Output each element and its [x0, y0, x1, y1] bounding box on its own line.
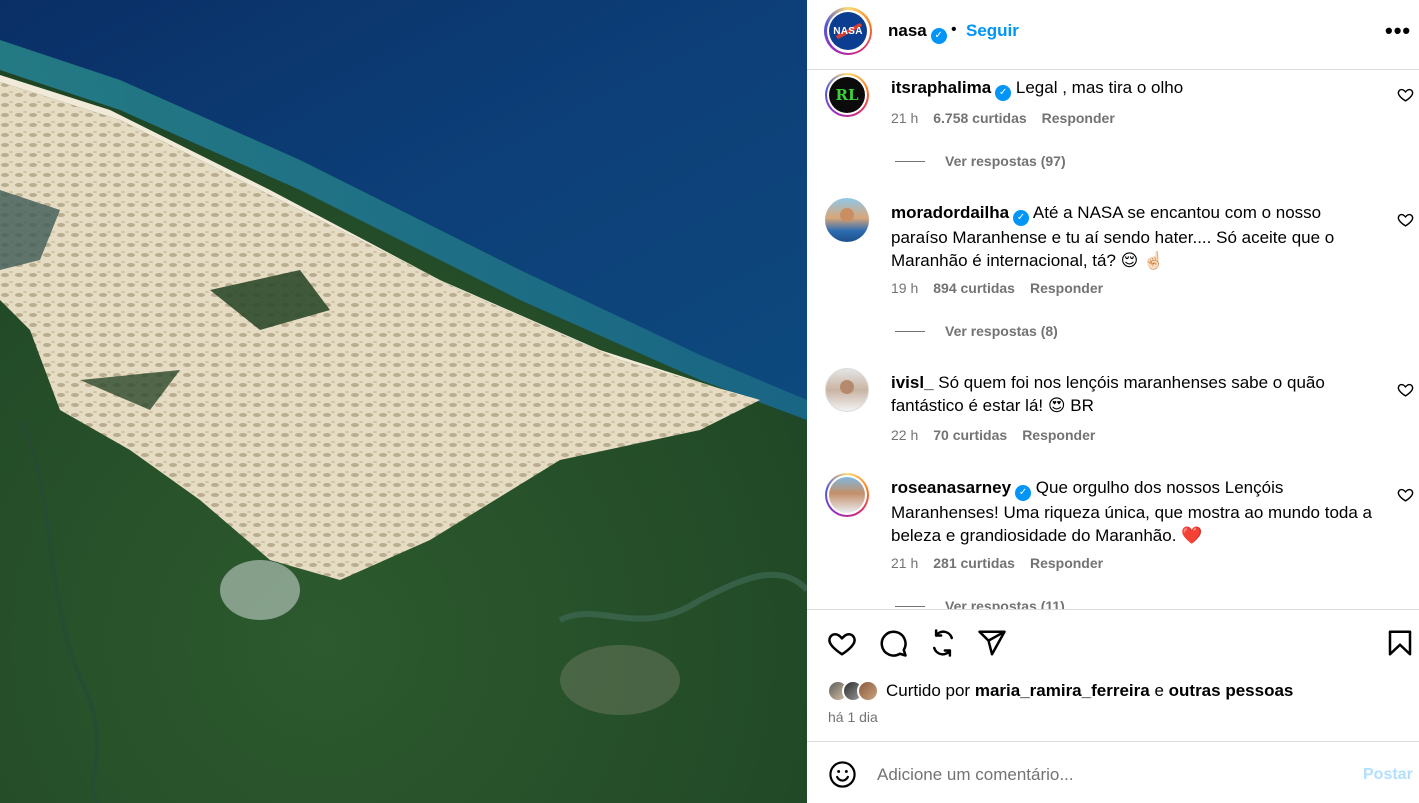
comment-meta: 21 h 281 curtidas Responder [891, 555, 1103, 571]
liked-by-text: Curtido por maria_ramira_ferreira e outr… [886, 681, 1294, 700]
replies-divider [895, 160, 925, 162]
comment-avatar[interactable] [825, 473, 869, 517]
liked-by-row: Curtido por maria_ramira_ferreira e outr… [827, 680, 1293, 702]
comment-likes[interactable]: 894 curtidas [933, 280, 1015, 296]
comment-body: Legal , mas tira o olho [1015, 78, 1184, 97]
comment-avatar[interactable] [825, 198, 869, 242]
comment-username[interactable]: moradordailha [891, 203, 1009, 222]
like-heart-icon[interactable] [827, 628, 857, 658]
comment-meta: 19 h 894 curtidas Responder [891, 280, 1103, 296]
verified-badge-icon: ✓ [1015, 484, 1032, 501]
separator-dot: • [951, 21, 957, 38]
comment-bubble-icon[interactable] [878, 628, 908, 658]
account-avatar[interactable]: NASA [824, 7, 872, 55]
comment-meta: 21 h 6.758 curtidas Responder [891, 110, 1115, 126]
reply-button[interactable]: Responder [1030, 280, 1103, 296]
comment-username[interactable]: itsraphalima [891, 78, 991, 97]
comment-username[interactable]: ivisl_ [891, 373, 934, 392]
save-bookmark-icon[interactable] [1385, 628, 1415, 658]
emoji-picker-icon[interactable] [828, 760, 857, 789]
verified-badge-icon: ✓ [1013, 209, 1030, 226]
comment-body: Só quem foi nos lençóis maranhenses sabe… [891, 373, 1325, 415]
comment-text: itsraphalima ✓ Legal , mas tira o olho [891, 76, 1376, 101]
satellite-image-graphic [0, 0, 807, 803]
view-replies-button[interactable]: Ver respostas (97) [895, 153, 1066, 169]
like-comment-heart-icon[interactable] [1397, 486, 1414, 503]
comment-avatar[interactable]: RL [825, 73, 869, 117]
verified-badge-icon: ✓ [930, 27, 947, 44]
add-comment-bar: Postar [807, 741, 1419, 803]
more-options-icon[interactable]: ••• [1385, 18, 1411, 44]
comment-avatar[interactable] [825, 368, 869, 412]
view-replies-button[interactable]: Ver respostas (8) [895, 323, 1058, 339]
liker-avatar[interactable] [857, 680, 879, 702]
liker-username[interactable]: maria_ramira_ferreira [975, 681, 1150, 700]
like-comment-heart-icon[interactable] [1397, 211, 1414, 228]
follow-button[interactable]: Seguir [966, 21, 1019, 41]
nasa-logo-icon: NASA [829, 12, 867, 50]
comment-time: 19 h [891, 280, 919, 296]
reply-button[interactable]: Responder [1022, 427, 1095, 443]
like-comment-heart-icon[interactable] [1397, 381, 1414, 398]
share-send-icon[interactable] [977, 628, 1007, 658]
post-panel: NASA nasa ✓ • Seguir ••• RL itsraphalima ✓… [807, 0, 1419, 803]
comments-list[interactable]: RL itsraphalima ✓ Legal , mas tira o olho… [807, 70, 1419, 609]
like-comment-heart-icon[interactable] [1397, 86, 1414, 103]
comment-text: moradordailha ✓ Até a NASA se encantou co… [891, 201, 1376, 272]
view-replies-button[interactable]: Ver respostas (11) [895, 598, 1065, 609]
comment-time: 22 h [891, 427, 919, 443]
post-image[interactable] [0, 0, 807, 803]
comment-input[interactable] [877, 762, 1347, 788]
comment-username[interactable]: roseanasarney [891, 478, 1011, 497]
comment-time: 21 h [891, 555, 919, 571]
reply-button[interactable]: Responder [1030, 555, 1103, 571]
repost-icon[interactable] [928, 628, 958, 658]
verified-badge-icon: ✓ [995, 84, 1012, 101]
post-actions: Curtido por maria_ramira_ferreira e outr… [807, 609, 1419, 741]
reply-button[interactable]: Responder [1042, 110, 1115, 126]
replies-divider [895, 605, 925, 607]
post-header: NASA nasa ✓ • Seguir ••• [807, 0, 1419, 70]
account-username[interactable]: nasa ✓ [888, 21, 947, 44]
other-likers-link[interactable]: outras pessoas [1169, 681, 1294, 700]
comment-likes[interactable]: 6.758 curtidas [933, 110, 1026, 126]
replies-divider [895, 330, 925, 332]
comment-text: ivisl_ Só quem foi nos lençóis maranhens… [891, 371, 1376, 417]
comment-text: roseanasarney ✓ Que orgulho dos nossos Le… [891, 476, 1376, 547]
comment-likes[interactable]: 70 curtidas [933, 427, 1007, 443]
post-comment-button[interactable]: Postar [1363, 766, 1413, 784]
post-time: há 1 dia [828, 709, 878, 725]
comment-likes[interactable]: 281 curtidas [933, 555, 1015, 571]
comment-meta: 22 h 70 curtidas Responder [891, 427, 1095, 443]
comment-time: 21 h [891, 110, 919, 126]
